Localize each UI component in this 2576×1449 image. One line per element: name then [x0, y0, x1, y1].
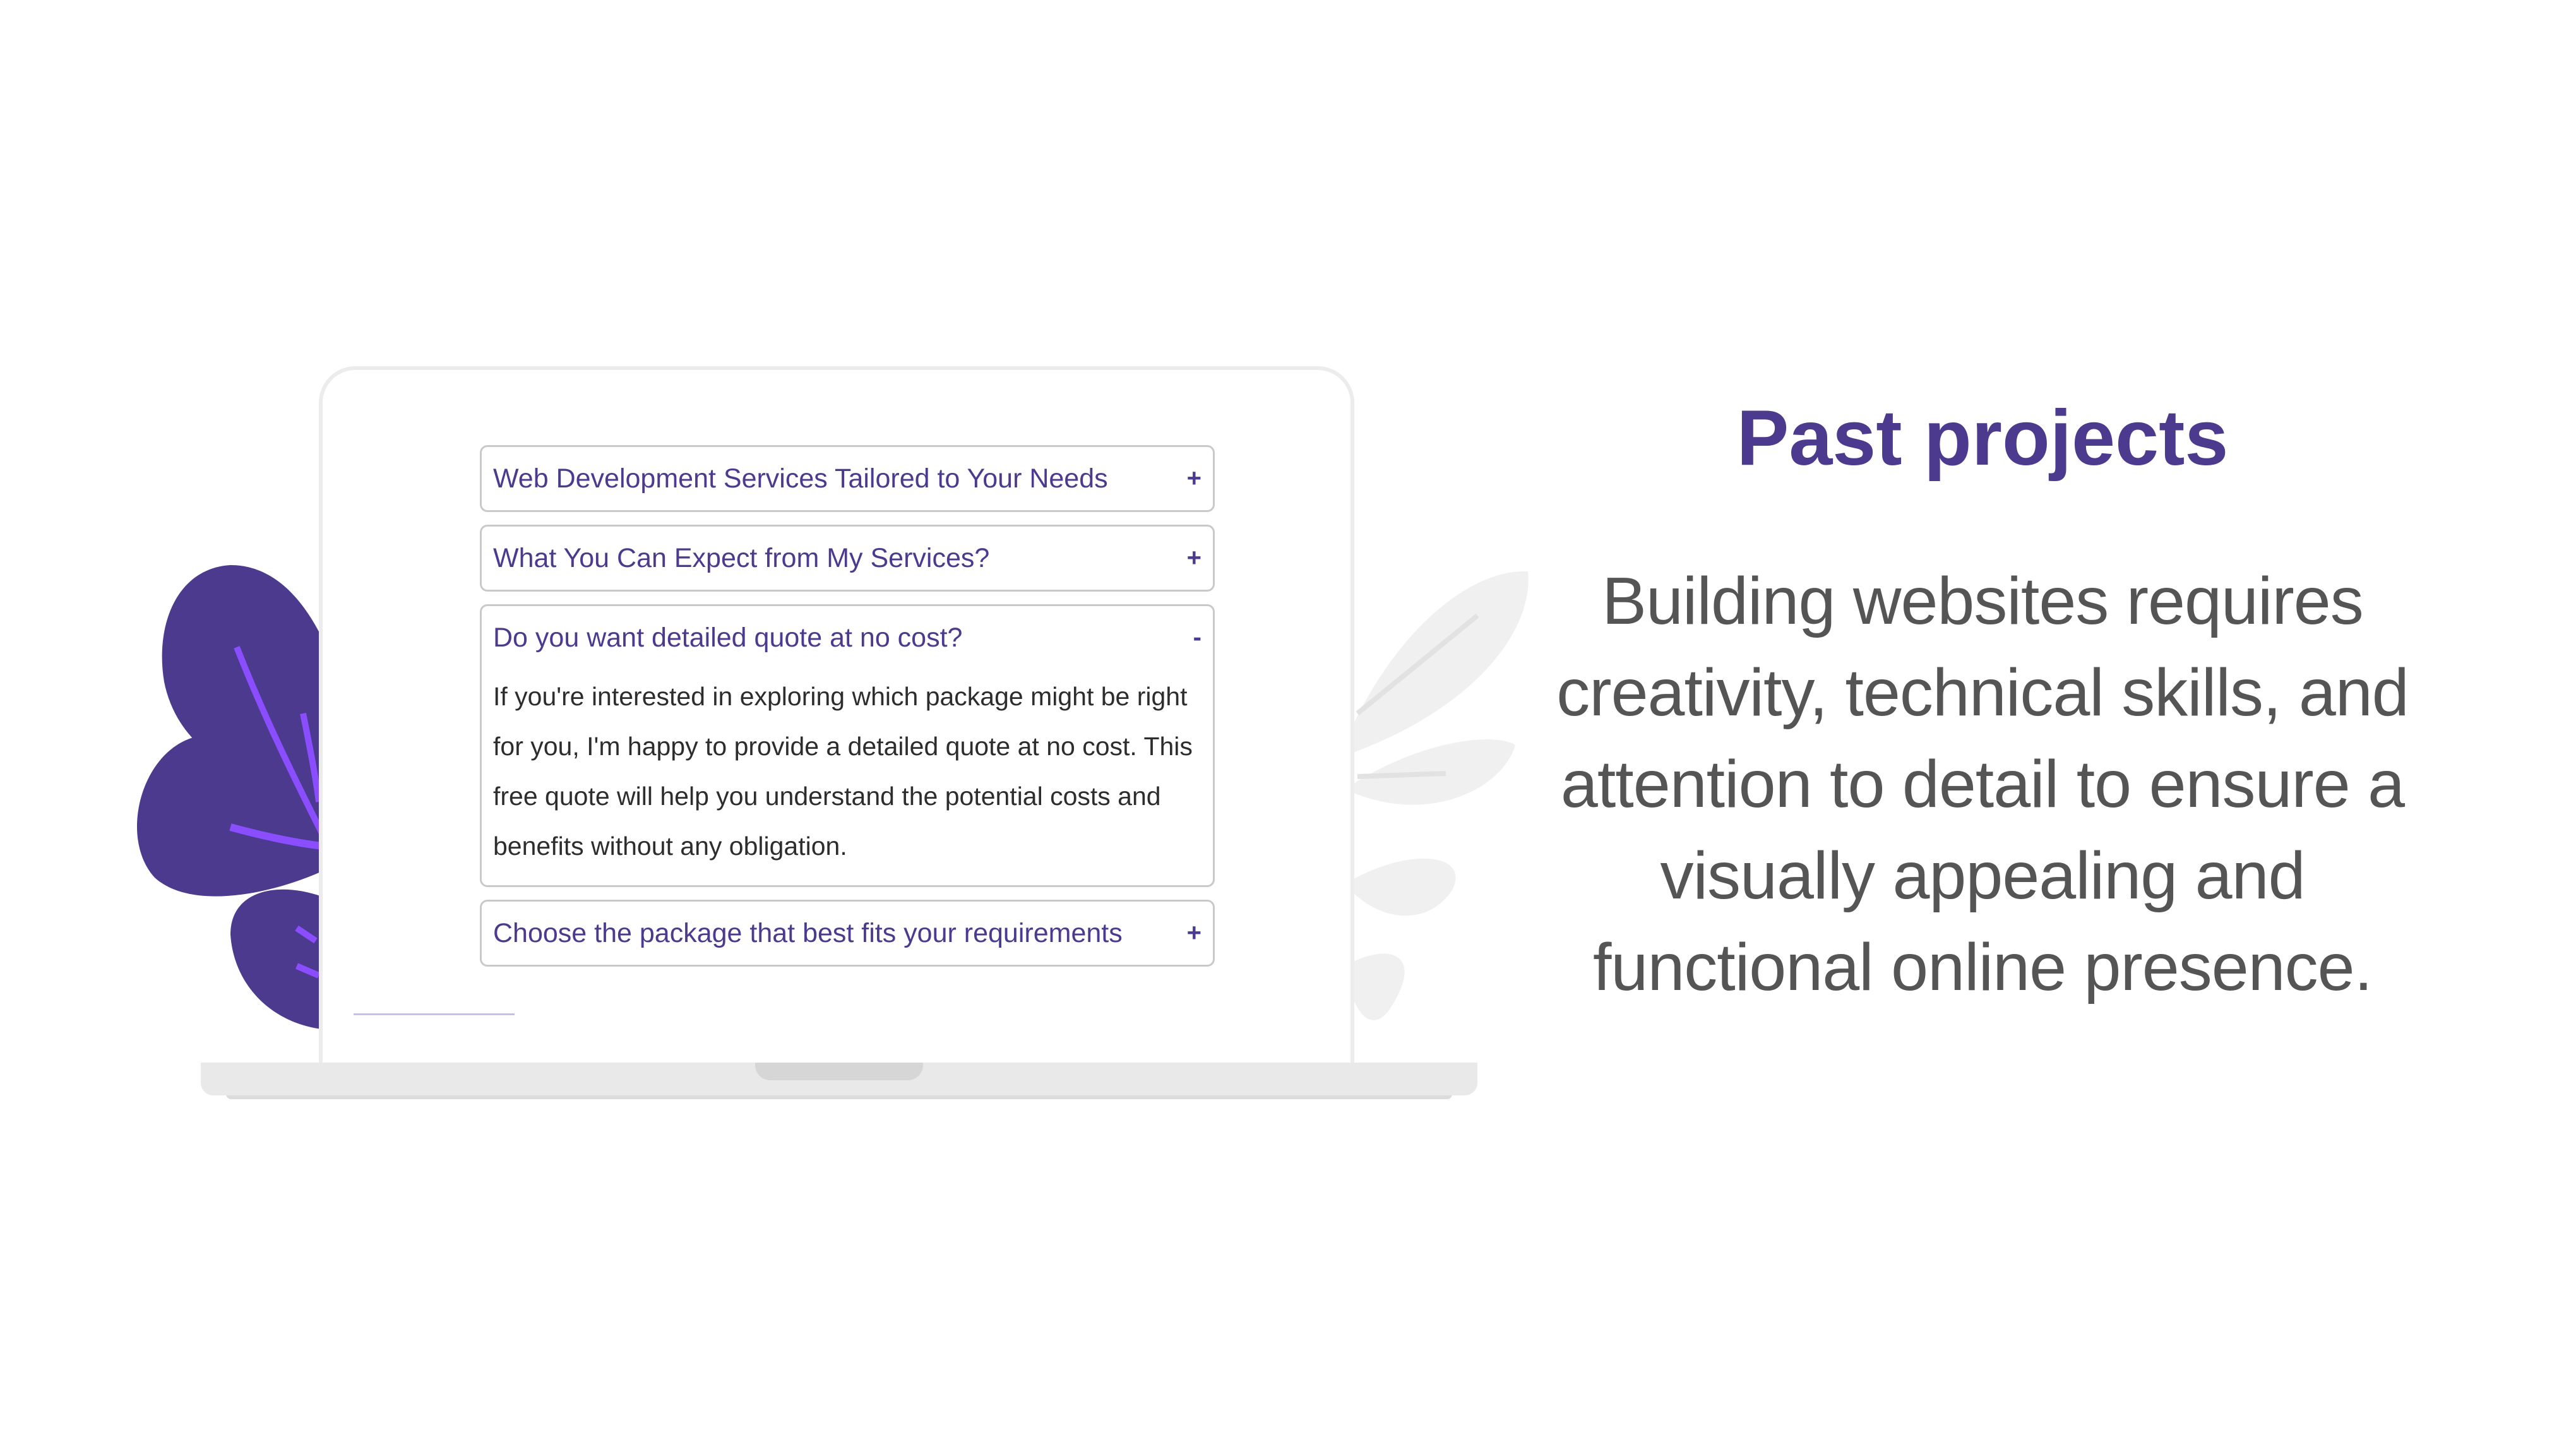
accordion-item-expectations: What You Can Expect from My Services? +	[480, 525, 1215, 592]
accordion-item-web-development: Web Development Services Tailored to You…	[480, 445, 1215, 512]
accordion-header-expectations[interactable]: What You Can Expect from My Services? +	[482, 527, 1213, 590]
accordion-title: Choose the package that best fits your r…	[493, 917, 1123, 948]
laptop-notch	[755, 1063, 923, 1080]
faq-accordion: Web Development Services Tailored to You…	[480, 445, 1215, 979]
page: Web Development Services Tailored to You…	[0, 0, 2576, 1449]
accordion-title: What You Can Expect from My Services?	[493, 542, 990, 573]
expand-plus-icon[interactable]: +	[1187, 544, 1202, 573]
accordion-header-web-development[interactable]: Web Development Services Tailored to You…	[482, 447, 1213, 510]
accordion-header-quote[interactable]: Do you want detailed quote at no cost? -	[482, 606, 1213, 669]
accordion-item-package: Choose the package that best fits your r…	[480, 900, 1215, 967]
expand-plus-icon[interactable]: +	[1187, 919, 1202, 948]
section-description: Building websites requires creativity, t…	[1556, 564, 2409, 1005]
collapse-minus-icon[interactable]: -	[1193, 624, 1202, 652]
accordion-header-package[interactable]: Choose the package that best fits your r…	[482, 902, 1213, 965]
screen-accent-line	[354, 1013, 515, 1015]
accordion-body-quote: If you're interested in exploring which …	[493, 682, 1193, 861]
accordion-item-quote: Do you want detailed quote at no cost? -…	[480, 604, 1215, 887]
accordion-title: Do you want detailed quote at no cost?	[493, 622, 963, 653]
expand-plus-icon[interactable]: +	[1187, 465, 1202, 493]
purple-leaves	[136, 565, 325, 1029]
gray-leaves	[1339, 571, 1529, 1020]
accordion-title: Web Development Services Tailored to You…	[493, 463, 1108, 494]
section-title: Past projects	[1736, 395, 2229, 482]
